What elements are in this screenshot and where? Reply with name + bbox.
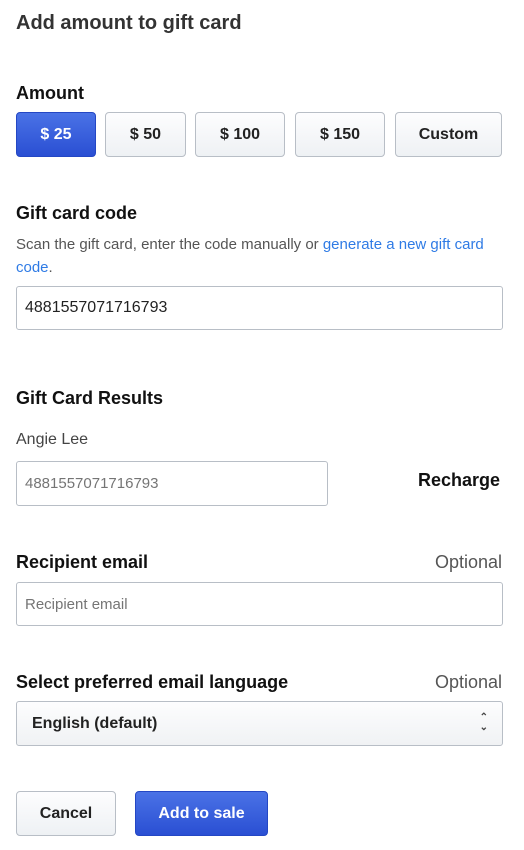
language-optional-label: Optional bbox=[434, 672, 502, 692]
result-card-input[interactable] bbox=[16, 461, 328, 506]
gift-card-code-description: Scan the gift card, enter the code manua… bbox=[16, 233, 496, 279]
result-customer-name: Angie Lee bbox=[16, 431, 89, 448]
add-to-sale-button[interactable]: Add to sale bbox=[135, 791, 268, 836]
recipient-email-label: Recipient email bbox=[16, 552, 149, 572]
updown-chevron-icon: ⌃ ⌄ bbox=[479, 712, 488, 733]
email-language-label: Select preferred email language bbox=[16, 672, 289, 692]
amount-25-button[interactable]: $ 25 bbox=[16, 112, 96, 157]
description-period: . bbox=[48, 259, 53, 276]
page-title: Add amount to gift card bbox=[16, 12, 242, 34]
amount-50-button[interactable]: $ 50 bbox=[105, 112, 186, 157]
gift-card-code-input[interactable] bbox=[16, 286, 503, 330]
recharge-button[interactable]: Recharge bbox=[418, 470, 500, 491]
recipient-optional-label: Optional bbox=[434, 552, 502, 572]
gift-card-code-label: Gift card code bbox=[16, 203, 138, 223]
amount-100-button[interactable]: $ 100 bbox=[195, 112, 285, 157]
recipient-email-input[interactable] bbox=[16, 582, 503, 626]
amount-150-button[interactable]: $ 150 bbox=[295, 112, 385, 157]
cancel-button[interactable]: Cancel bbox=[16, 791, 116, 836]
amount-custom-button[interactable]: Custom bbox=[395, 112, 502, 157]
description-text: Scan the gift card, enter the code manua… bbox=[16, 236, 323, 253]
email-language-select[interactable]: English (default) ⌃ ⌄ bbox=[16, 701, 503, 746]
amount-label: Amount bbox=[16, 83, 84, 103]
gift-card-results-label: Gift Card Results bbox=[16, 388, 164, 408]
selected-language: English (default) bbox=[32, 714, 158, 732]
